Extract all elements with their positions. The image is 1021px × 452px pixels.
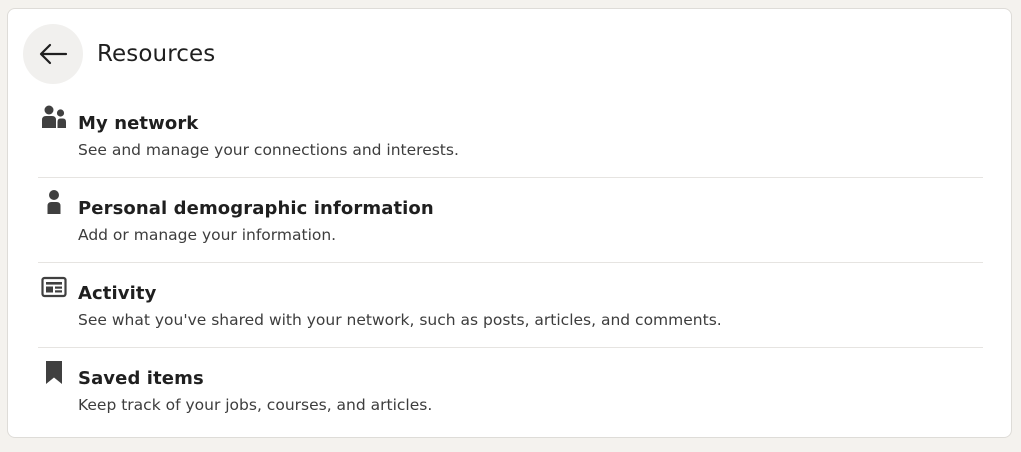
resources-header: Resources — [23, 24, 215, 84]
list-item-label: My network — [78, 113, 199, 134]
list-item-text: My network See and manage your connectio… — [78, 112, 459, 161]
activity-icon — [40, 273, 68, 301]
list-item-label: Personal demographic information — [78, 198, 434, 219]
list-item-my-network[interactable]: My network See and manage your connectio… — [38, 93, 983, 178]
back-button[interactable] — [23, 24, 83, 84]
list-item-text: Activity See what you've shared with you… — [78, 282, 722, 331]
list-item-description: Keep track of your jobs, courses, and ar… — [78, 396, 433, 414]
list-item-description: Add or manage your information. — [78, 226, 337, 244]
list-item-activity[interactable]: Activity See what you've shared with you… — [38, 263, 983, 348]
bookmark-icon — [40, 358, 68, 386]
list-item-description: See and manage your connections and inte… — [78, 141, 459, 159]
person-icon — [40, 188, 68, 216]
page-title: Resources — [97, 41, 216, 67]
list-item-label: Saved items — [78, 368, 204, 389]
list-item-description: See what you've shared with your network… — [78, 311, 722, 329]
list-item-saved-items[interactable]: Saved items Keep track of your jobs, cou… — [38, 348, 983, 433]
list-item-label: Activity — [78, 283, 157, 304]
list-item-text: Saved items Keep track of your jobs, cou… — [78, 367, 432, 416]
people-icon — [40, 103, 68, 131]
resources-list: My network See and manage your connectio… — [38, 93, 983, 433]
list-item-text: Personal demographic information Add or … — [78, 197, 434, 246]
list-item-personal-demographic[interactable]: Personal demographic information Add or … — [38, 178, 983, 263]
arrow-left-icon — [39, 43, 68, 65]
resources-card: Resources My network See and manage your… — [7, 8, 1012, 438]
